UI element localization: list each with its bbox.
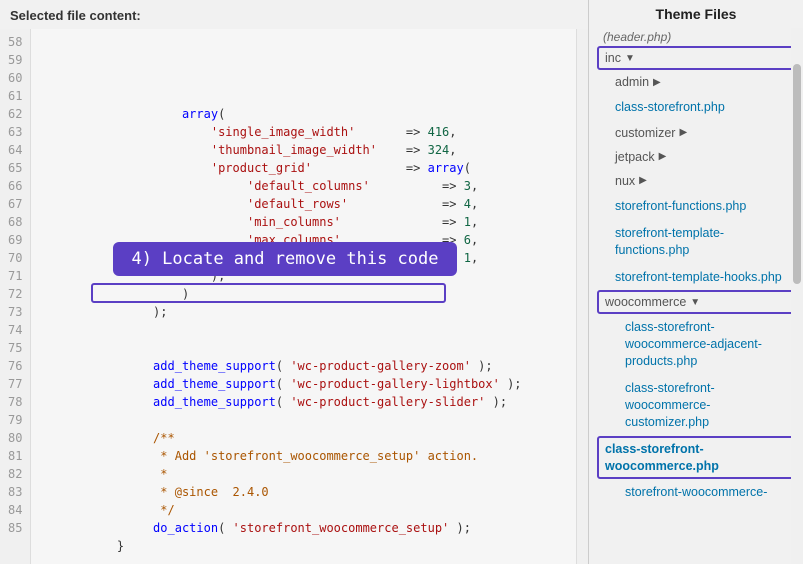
folder-jetpack[interactable]: jetpack▶ [597, 145, 799, 169]
theme-files-title: Theme Files [589, 0, 803, 24]
file-item[interactable]: class-storefront-woocommerce.php [597, 436, 799, 480]
code-editor[interactable]: 5859606162636465666768697071727374757677… [0, 29, 588, 564]
scroll-thumb[interactable] [793, 64, 801, 284]
selected-file-label: Selected file content: [0, 0, 588, 29]
line-gutter: 5859606162636465666768697071727374757677… [0, 29, 31, 564]
file-item[interactable]: class-storefront-woocommerce-adjacent-pr… [597, 314, 799, 375]
file-item[interactable]: storefront-functions.php [597, 193, 799, 220]
file-item[interactable]: storefront-template-functions.php [597, 220, 799, 264]
caret-right-icon: ▶ [659, 151, 667, 162]
code-content[interactable]: 4) Locate and remove this code array( 's… [31, 29, 576, 564]
file-item[interactable]: class-storefront-woocommerce-customizer.… [597, 375, 799, 436]
folder-admin[interactable]: admin▶ [597, 70, 799, 94]
file-tree[interactable]: (header.php) 1inc▼admin▶class-storefront… [589, 24, 803, 564]
folder-customizer[interactable]: customizer▶ [597, 121, 799, 145]
caret-right-icon: ▶ [653, 77, 661, 88]
file-item[interactable]: storefront-template-hooks.php [597, 264, 799, 291]
caret-right-icon: ▶ [639, 175, 647, 186]
callout-step4: 4) Locate and remove this code [113, 242, 456, 276]
folder-inc[interactable]: inc▼ [597, 46, 799, 70]
tree-subtitle: (header.php) [597, 28, 799, 46]
caret-down-icon: ▼ [625, 53, 635, 64]
file-item[interactable]: storefront-woocommerce- [597, 479, 799, 506]
file-item[interactable]: class-storefront.php [597, 94, 799, 121]
caret-down-icon: ▼ [690, 297, 700, 308]
left-scrollbar[interactable] [576, 29, 588, 564]
right-scrollbar[interactable] [791, 28, 803, 564]
caret-right-icon: ▶ [679, 127, 687, 138]
folder-nux[interactable]: nux▶ [597, 169, 799, 193]
folder-woocommerce[interactable]: woocommerce▼ [597, 290, 799, 314]
